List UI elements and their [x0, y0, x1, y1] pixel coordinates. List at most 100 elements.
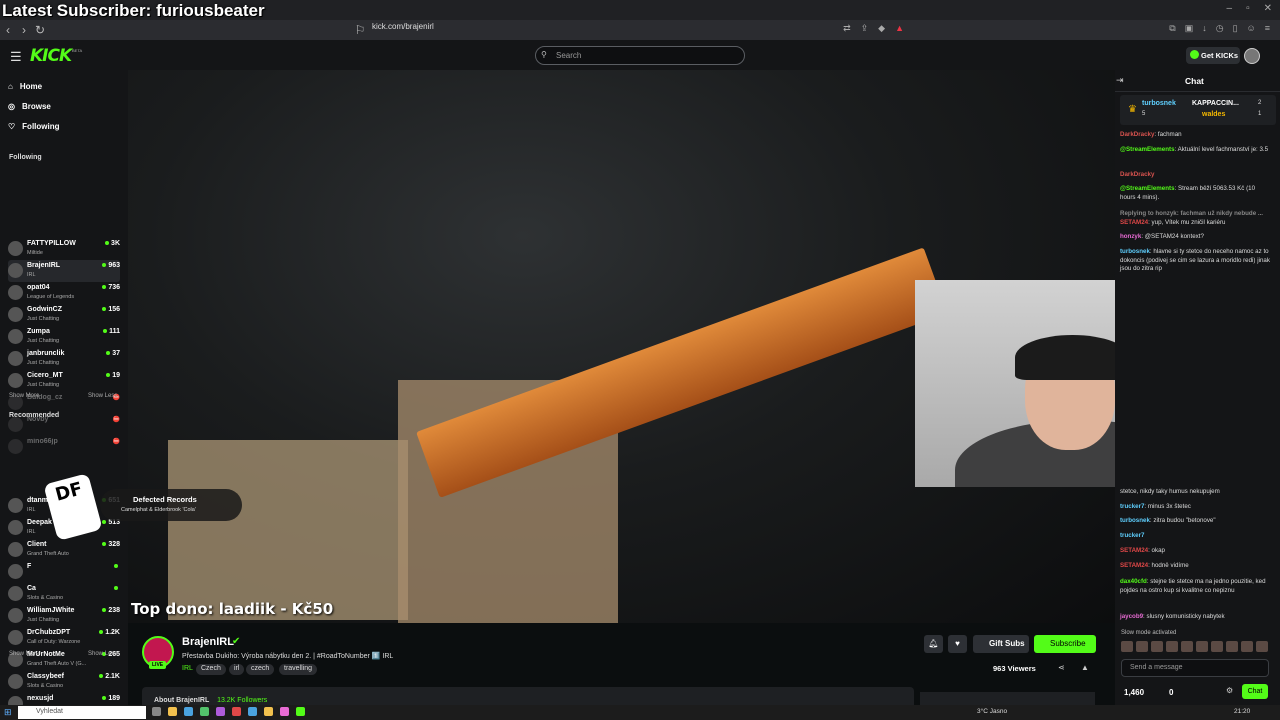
gift-subs-button[interactable]: Gift Subs: [973, 635, 1029, 653]
recommended-channel[interactable]: DrChubzDPT Call of Duty: Warzone 1.2K: [8, 627, 120, 649]
minimize-icon[interactable]: –: [1227, 3, 1233, 14]
subscribe-button[interactable]: Subscribe: [1034, 635, 1096, 653]
kicks-balance[interactable]: 0: [1169, 688, 1173, 697]
download-icon[interactable]: ↓: [1202, 23, 1207, 34]
show-less-following[interactable]: Show Less: [88, 393, 117, 399]
sidebar-icon[interactable]: ▯: [1233, 23, 1238, 34]
translate-icon[interactable]: ⇄: [843, 23, 851, 34]
chat-username[interactable]: @StreamElements: [1120, 146, 1175, 153]
following-channel[interactable]: BrajenIRL IRL 963: [8, 260, 120, 282]
sidebar-following[interactable]: ♡ Following: [8, 122, 60, 131]
channel-category: Just Chatting: [27, 382, 60, 388]
recommended-channel[interactable]: Classybeef Slots & Casino 2.1K: [8, 671, 120, 693]
following-channel[interactable]: Zumpa Just Chatting 111: [8, 326, 120, 348]
show-more-following[interactable]: Show More: [9, 393, 39, 399]
chat-username[interactable]: Replying to honzyk: fachman už nikdy neb…: [1120, 210, 1263, 217]
chat-message: stetce, nikdy taky humus nekupujem: [1120, 488, 1272, 497]
category-link[interactable]: IRL: [182, 665, 193, 672]
channel-category: Slots & Casino: [27, 595, 64, 601]
follow-heart-icon[interactable]: ♥: [948, 635, 967, 653]
chat-settings-icon[interactable]: ⚙: [1226, 686, 1233, 695]
following-channel[interactable]: janbrunclik Just Chatting 37: [8, 348, 120, 370]
channel-name: Zumpa: [27, 328, 50, 335]
user-avatar[interactable]: [1244, 48, 1260, 64]
kick-logo[interactable]: KICK: [30, 46, 72, 66]
chat-text: fachman: [1157, 131, 1182, 138]
taskbar-search[interactable]: Vyhledat: [18, 706, 146, 719]
channel-name[interactable]: BrajenIRL: [182, 636, 234, 648]
taskbar-apps[interactable]: [152, 707, 305, 716]
chat-username[interactable]: jaycob9: [1120, 613, 1143, 620]
channel-name: opat04: [27, 284, 50, 291]
maximize-icon[interactable]: ▫: [1246, 3, 1250, 14]
collapse-chat-icon[interactable]: ⇥: [1116, 75, 1124, 86]
tag-czech[interactable]: Czech: [196, 664, 226, 675]
tag-travelling[interactable]: travelling: [279, 664, 318, 675]
taskbar-clock[interactable]: 21:20: [1234, 708, 1250, 715]
menu-icon[interactable]: ≡: [1265, 23, 1270, 34]
notification-bell-icon[interactable]: 🔔︎: [924, 635, 943, 653]
show-less-recommended[interactable]: Show Less: [88, 651, 117, 657]
get-kicks-button[interactable]: Get KICKs: [1186, 47, 1240, 64]
forward-icon[interactable]: ›: [16, 23, 32, 37]
chat-username[interactable]: DarkDracky: [1120, 131, 1154, 138]
recommended-channel[interactable]: F: [8, 561, 120, 583]
report-icon[interactable]: ▲: [1081, 663, 1089, 672]
chat-username[interactable]: SETAM24: [1120, 219, 1148, 226]
channel-category: Just Chatting: [27, 338, 60, 344]
tag-irl[interactable]: irl: [229, 664, 245, 675]
chat-username[interactable]: dax40cfd: [1120, 578, 1147, 585]
chat-username[interactable]: @StreamElements: [1120, 185, 1175, 192]
profile-icon[interactable]: ☺: [1247, 23, 1256, 34]
following-channel[interactable]: opat04 League of Legends 736: [8, 282, 120, 304]
chat-username[interactable]: SETAM24: [1120, 562, 1148, 569]
sidebar-home[interactable]: ⌂ Home: [8, 82, 42, 91]
chat-username[interactable]: SETAM24: [1120, 547, 1148, 554]
following-channel[interactable]: GodwinCZ Just Chatting 156: [8, 304, 120, 326]
recommended-channel[interactable]: Ca Slots & Casino: [8, 583, 120, 605]
hamburger-menu-icon[interactable]: ☰: [10, 49, 22, 65]
channel-category: League of Legends: [27, 294, 75, 300]
chat-username[interactable]: honzyk: [1120, 233, 1141, 240]
chat-username[interactable]: turbosnek: [1120, 517, 1150, 524]
chat-message: dax40cfd: stejne tie stetce ma na jedno …: [1120, 578, 1266, 594]
window-controls[interactable]: – ▫ ✕: [1227, 3, 1273, 14]
following-channel[interactable]: FATTYPILLOW Miltide 3K: [8, 238, 120, 260]
extension-icon[interactable]: ⧉: [1169, 23, 1175, 34]
chat-username[interactable]: trucker7: [1120, 532, 1144, 539]
share-icon[interactable]: ⇪: [861, 23, 869, 34]
reload-icon[interactable]: ↻: [32, 23, 48, 37]
search-input[interactable]: Search: [535, 46, 745, 65]
history-icon[interactable]: ◷: [1216, 23, 1224, 34]
sidebar-browse[interactable]: ◎ Browse: [8, 102, 51, 111]
gifter-count: 5: [1142, 111, 1146, 117]
chat-username[interactable]: turbosnek: [1120, 248, 1150, 255]
following-channel[interactable]: mino66jp ⛔: [8, 436, 120, 458]
channel-avatar: [8, 674, 23, 689]
tag-czech-lower[interactable]: czech: [246, 664, 275, 675]
chat-input[interactable]: Send a message: [1121, 659, 1269, 677]
viewer-count: 963: [102, 262, 120, 269]
chat-username[interactable]: trucker7: [1120, 503, 1144, 510]
chat-username[interactable]: DarkDracky: [1120, 171, 1154, 178]
alert-icon[interactable]: ▲: [895, 23, 904, 34]
following-channel[interactable]: Cicero_MT Just Chatting 19: [8, 370, 120, 392]
chat-text: Aktuální level fachmanství je: 3.5: [1177, 146, 1269, 153]
channel-points[interactable]: 1,460: [1124, 688, 1144, 697]
back-icon[interactable]: ‹: [0, 23, 16, 37]
url-field[interactable]: kick.com/brajenirl: [372, 22, 434, 31]
shield-icon[interactable]: ◆: [878, 23, 885, 34]
show-more-recommended[interactable]: Show More: [9, 651, 39, 657]
close-icon[interactable]: ✕: [1264, 3, 1272, 14]
chat-message: DarkDracky: fachman: [1120, 131, 1182, 138]
channel-avatar: [8, 520, 23, 535]
bookmark-icon[interactable]: ⚐: [352, 23, 368, 37]
screenshot-icon[interactable]: ▣: [1185, 23, 1194, 34]
windows-start-icon[interactable]: ⊞: [4, 707, 12, 718]
emote-bar[interactable]: [1121, 641, 1271, 653]
send-chat-button[interactable]: Chat: [1242, 684, 1268, 699]
share-icon[interactable]: ⋖: [1058, 663, 1065, 672]
recommended-channel[interactable]: WilliamJWhite Just Chatting 238: [8, 605, 120, 627]
weather-widget[interactable]: 3°C Jasno: [977, 708, 1007, 715]
recommended-channel[interactable]: Client Grand Theft Auto 328: [8, 539, 120, 561]
